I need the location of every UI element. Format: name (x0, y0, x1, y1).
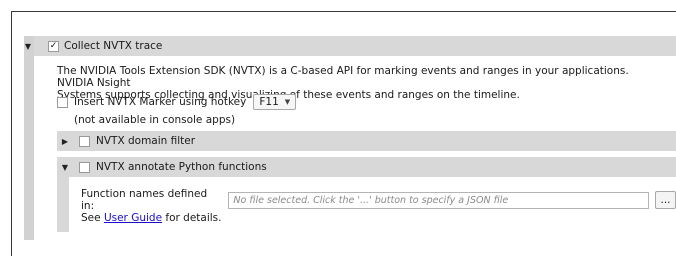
hotkey-dropdown[interactable]: F11 ▼ (253, 94, 297, 110)
function-names-placeholder: No file selected. Click the '...' button… (233, 194, 509, 206)
collect-nvtx-header[interactable]: ▼ ✓ Collect NVTX trace (25, 36, 676, 56)
function-names-label: Function names defined in: (81, 188, 208, 212)
collapse-arrow-icon[interactable]: ▼ (22, 42, 34, 51)
domain-filter-header[interactable]: ▶ NVTX domain filter (57, 131, 676, 151)
chevron-down-icon: ▼ (284, 98, 291, 106)
user-guide-link[interactable]: User Guide (104, 212, 162, 224)
hotkey-row: Insert NVTX Marker using hotkey F11 ▼ (57, 94, 297, 110)
function-names-row: Function names defined in: No file selec… (81, 188, 676, 212)
insert-marker-checkbox[interactable] (57, 96, 68, 108)
browse-button[interactable]: ... (655, 191, 676, 209)
annotate-python-checkbox[interactable] (79, 161, 90, 173)
collapse-arrow-icon[interactable]: ▼ (59, 163, 71, 172)
see-text: See (81, 212, 101, 224)
expand-arrow-icon[interactable]: ▶ (59, 137, 71, 146)
hotkey-value: F11 (259, 96, 279, 108)
annotate-python-gutter (57, 176, 69, 232)
collect-nvtx-checkbox[interactable]: ✓ (48, 40, 59, 52)
domain-filter-label: NVTX domain filter (96, 135, 196, 147)
user-guide-row: See User Guide for details. (81, 212, 222, 224)
details-text: for details. (165, 212, 222, 224)
panel-left-gutter (24, 36, 34, 240)
annotate-python-header[interactable]: ▼ NVTX annotate Python functions (57, 157, 676, 177)
function-names-field[interactable]: No file selected. Click the '...' button… (228, 191, 650, 209)
console-note: (not available in console apps) (74, 114, 236, 126)
insert-marker-label: Insert NVTX Marker using hotkey (74, 96, 247, 108)
collect-nvtx-label: Collect NVTX trace (64, 40, 163, 52)
nvtx-description-line1: The NVIDIA Tools Extension SDK (NVTX) is… (57, 65, 629, 89)
annotate-python-label: NVTX annotate Python functions (96, 161, 267, 173)
domain-filter-checkbox[interactable] (79, 135, 90, 147)
